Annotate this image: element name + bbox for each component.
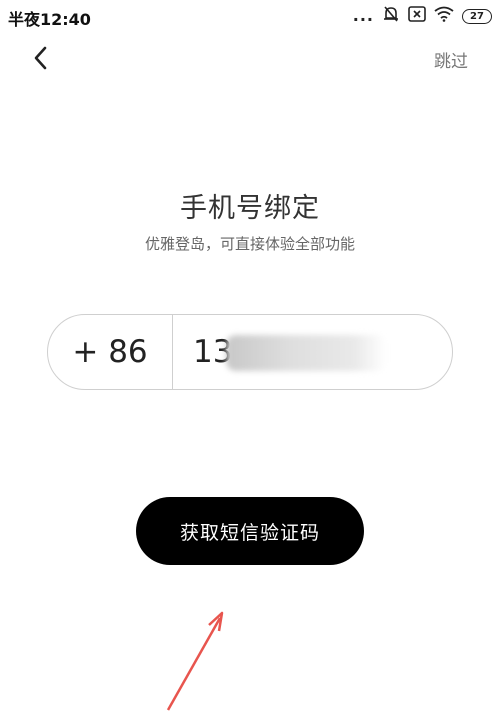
annotation-arrow [166, 611, 224, 711]
